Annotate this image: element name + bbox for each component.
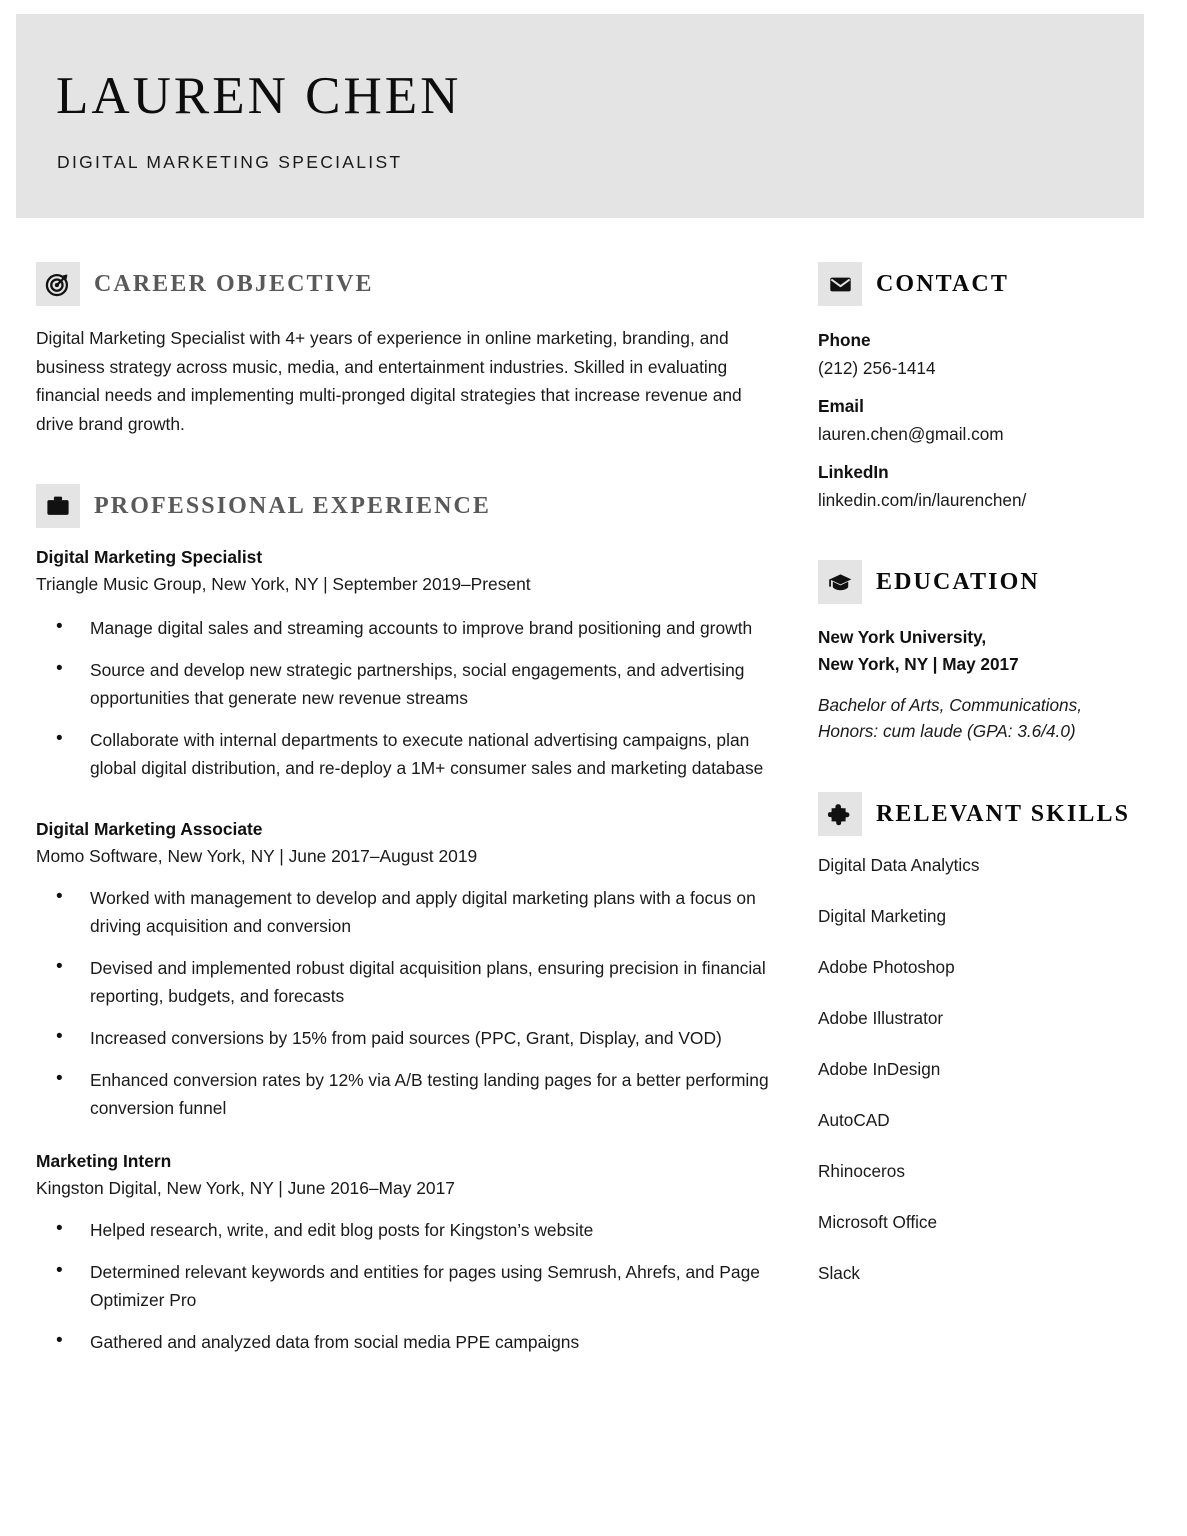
contact-item-linkedin: LinkedIn linkedin.com/in/laurenchen/ [818, 458, 1148, 514]
education-school-line-2: New York, NY | May 2017 [818, 654, 1019, 674]
list-item: Adobe Photoshop [818, 957, 955, 977]
target-icon [36, 262, 80, 306]
graduation-cap-icon [818, 560, 862, 604]
list-item: Digital Data Analytics [818, 855, 980, 875]
contact-value-linkedin[interactable]: linkedin.com/in/laurenchen/ [818, 486, 1148, 514]
list-item: Worked with management to develop and ap… [36, 883, 788, 940]
section-header-professional-experience: PROFESSIONAL EXPERIENCE [36, 484, 788, 528]
job-meta: Momo Software, New York, NY | June 2017–… [36, 846, 478, 866]
contact-label: Phone [818, 330, 871, 350]
job-bullet-list: Helped research, write, and edit blog po… [36, 1215, 788, 1356]
header-subtitle: DIGITAL MARKETING SPECIALIST [57, 152, 403, 172]
section-header-relevant-skills: RELEVANT SKILLS [818, 792, 1148, 836]
list-item: Adobe Illustrator [818, 1008, 944, 1028]
list-item: Slack [818, 1263, 861, 1283]
list-item: AutoCAD [818, 1110, 890, 1130]
experience-entry: Digital Marketing Specialist Triangle Mu… [36, 544, 788, 782]
section-title-relevant-skills: RELEVANT SKILLS [876, 801, 1131, 827]
list-item: Microsoft Office [818, 1212, 938, 1232]
list-item: Adobe InDesign [818, 1059, 941, 1079]
job-title: Marketing Intern [36, 1151, 172, 1171]
side-column: CONTACT Phone (212) 256-1414 Email laure… [818, 262, 1148, 1313]
education-degree-line-2: Honors: cum laude (GPA: 3.6/4.0) [818, 721, 1076, 741]
list-item: Rhinoceros [818, 1161, 905, 1181]
list-item: Increased conversions by 15% from paid s… [36, 1023, 788, 1052]
contact-item-email: Email lauren.chen@gmail.com [818, 392, 1148, 448]
list-item: Source and develop new strategic partner… [36, 655, 788, 712]
experience-entry: Digital Marketing Associate Momo Softwar… [36, 816, 788, 1122]
job-title: Digital Marketing Associate [36, 819, 263, 839]
contact-label: Email [818, 396, 864, 416]
briefcase-icon [36, 484, 80, 528]
job-bullet-list: Worked with management to develop and ap… [36, 883, 788, 1122]
page-title: LAUREN CHEN [56, 67, 462, 125]
list-item: Devised and implemented robust digital a… [36, 953, 788, 1010]
job-title: Digital Marketing Specialist [36, 547, 263, 567]
job-meta: Triangle Music Group, New York, NY | Sep… [36, 574, 531, 594]
contact-label: LinkedIn [818, 462, 889, 482]
main-column: CAREER OBJECTIVE Digital Marketing Speci… [36, 262, 788, 1356]
contact-item-phone: Phone (212) 256-1414 [818, 326, 1148, 382]
list-item: Determined relevant keywords and entitie… [36, 1257, 788, 1314]
education-school-line-1: New York University, [818, 627, 987, 647]
list-item: Gathered and analyzed data from social m… [36, 1327, 788, 1356]
list-item: Manage digital sales and streaming accou… [36, 613, 788, 642]
list-item: Collaborate with internal departments to… [36, 725, 788, 782]
header-band: LAUREN CHEN DIGITAL MARKETING SPECIALIST [16, 14, 1144, 218]
education-degree-line-1: Bachelor of Arts, Communications, [818, 695, 1082, 715]
experience-entry: Marketing Intern Kingston Digital, New Y… [36, 1148, 788, 1356]
section-title-professional-experience: PROFESSIONAL EXPERIENCE [94, 493, 492, 519]
skills-list: Digital Data Analytics Digital Marketing… [818, 854, 1148, 1284]
contact-value-email[interactable]: lauren.chen@gmail.com [818, 420, 1148, 448]
education-school: New York University, New York, NY | May … [818, 624, 1148, 678]
education-degree: Bachelor of Arts, Communications, Honors… [818, 692, 1148, 744]
list-item: Enhanced conversion rates by 12% via A/B… [36, 1065, 788, 1122]
job-meta: Kingston Digital, New York, NY | June 20… [36, 1178, 455, 1198]
section-header-contact: CONTACT [818, 262, 1148, 306]
list-item: Digital Marketing [818, 906, 946, 926]
envelope-icon [818, 262, 862, 306]
section-title-education: EDUCATION [876, 569, 1040, 595]
contact-value-phone: (212) 256-1414 [818, 358, 936, 378]
list-item: Helped research, write, and edit blog po… [36, 1215, 788, 1244]
section-header-career-objective: CAREER OBJECTIVE [36, 262, 788, 306]
section-title-career-objective: CAREER OBJECTIVE [94, 271, 374, 297]
section-header-education: EDUCATION [818, 560, 1148, 604]
puzzle-piece-icon [818, 792, 862, 836]
career-objective-text: Digital Marketing Specialist with 4+ yea… [36, 328, 742, 434]
contact-list: Phone (212) 256-1414 Email lauren.chen@g… [818, 326, 1148, 514]
section-title-contact: CONTACT [876, 271, 1009, 297]
job-bullet-list: Manage digital sales and streaming accou… [36, 613, 788, 782]
